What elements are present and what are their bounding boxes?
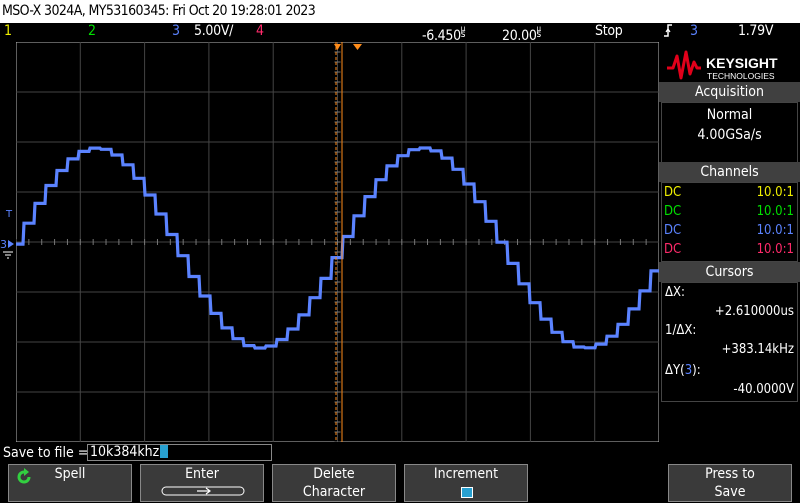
save-label: Save [714,484,746,500]
channel-1-indicator[interactable]: 1 [4,23,12,40]
filename-input[interactable]: 10k384khz [87,444,272,461]
channel-3-indicator[interactable]: 3 [172,23,180,40]
delta-y-value: -40.0000V [733,382,794,397]
run-state: Stop [595,23,623,39]
ch4-coupling: DC [664,242,682,257]
cursors-box: ΔX: +2.610000us 1/ΔX: +383.14kHz ΔY(3): … [661,282,798,402]
inverse-delta-x-value: +383.14kHz [721,342,794,357]
press-to-save-softkey[interactable]: Press to Save [668,464,792,502]
waveform-display[interactable] [15,41,660,443]
ch3-probe-ratio: 10.0:1 [756,223,794,238]
channel-3-ground-marker[interactable]: T 3 [0,200,16,270]
acquisition-header[interactable]: Acquisition [659,82,800,102]
channels-box: DC 10.0:1 DC 10.0:1 DC 10.0:1 DC 10.0:1 [661,182,798,262]
svg-text:T: T [5,209,13,220]
info-panel: KEYSIGHT TECHNOLOGIES Acquisition Normal… [659,42,800,442]
channel-4-indicator[interactable]: 4 [256,23,264,40]
status-bar: 1 2 3 5.00V/ 4 -6.450 µ s 20.00 µ s Stop 3 1… [0,23,800,44]
spell-softkey[interactable]: Spell [8,464,132,502]
trigger-level: 1.79V [738,23,774,39]
svg-text:3: 3 [0,238,7,251]
delta-y-label: ΔY(3): [665,363,701,378]
ch2-coupling: DC [664,204,682,219]
increment-indicator-icon [461,487,473,498]
delete-label-line1: Delete [313,466,355,482]
increment-label: Increment [433,466,499,482]
text-cursor [160,445,169,458]
delete-character-softkey[interactable]: Delete Character [272,464,396,502]
inverse-delta-x-label: 1/ΔX: [665,323,697,338]
delta-x-value: +2.610000us [714,304,794,319]
sample-rate: 4.00GSa/s [697,127,762,143]
cursors-header[interactable]: Cursors [659,262,800,282]
delta-x-label: ΔX: [665,285,685,300]
ch4-probe-ratio: 10.0:1 [756,242,794,257]
channel-3-scale: 5.00V/ [194,23,234,39]
ch1-probe-ratio: 10.0:1 [756,185,794,200]
keysight-logo: KEYSIGHT TECHNOLOGIES [663,46,796,84]
delete-label-line2: Character [302,484,366,500]
channel-2-indicator[interactable]: 2 [88,23,96,40]
press-to-label: Press to [705,466,755,482]
brand-name: KEYSIGHT [706,55,778,71]
save-to-file-label: Save to file = [3,445,89,461]
trigger-source: 3 [690,23,698,39]
window-title: MSO-X 3024A, MY53160345: Fri Oct 20 19:2… [0,0,800,23]
ch2-probe-ratio: 10.0:1 [756,204,794,219]
spell-label: Spell [54,466,86,482]
save-bar: Save to file = 10k384khz [0,443,800,463]
trigger-edge-icon [663,23,673,43]
enter-label: Enter [185,466,219,482]
ch3-coupling: DC [664,223,682,238]
waveform-grid [15,41,660,443]
enter-softkey[interactable]: Enter [140,464,264,502]
acquisition-box: Normal 4.00GSa/s [661,102,798,164]
acquisition-mode: Normal [706,107,753,123]
enter-arrow-icon [161,486,245,496]
increment-softkey[interactable]: Increment [404,464,528,502]
brand-subtitle: TECHNOLOGIES [707,71,775,81]
ch1-coupling: DC [664,185,682,200]
channels-header[interactable]: Channels [659,162,800,182]
